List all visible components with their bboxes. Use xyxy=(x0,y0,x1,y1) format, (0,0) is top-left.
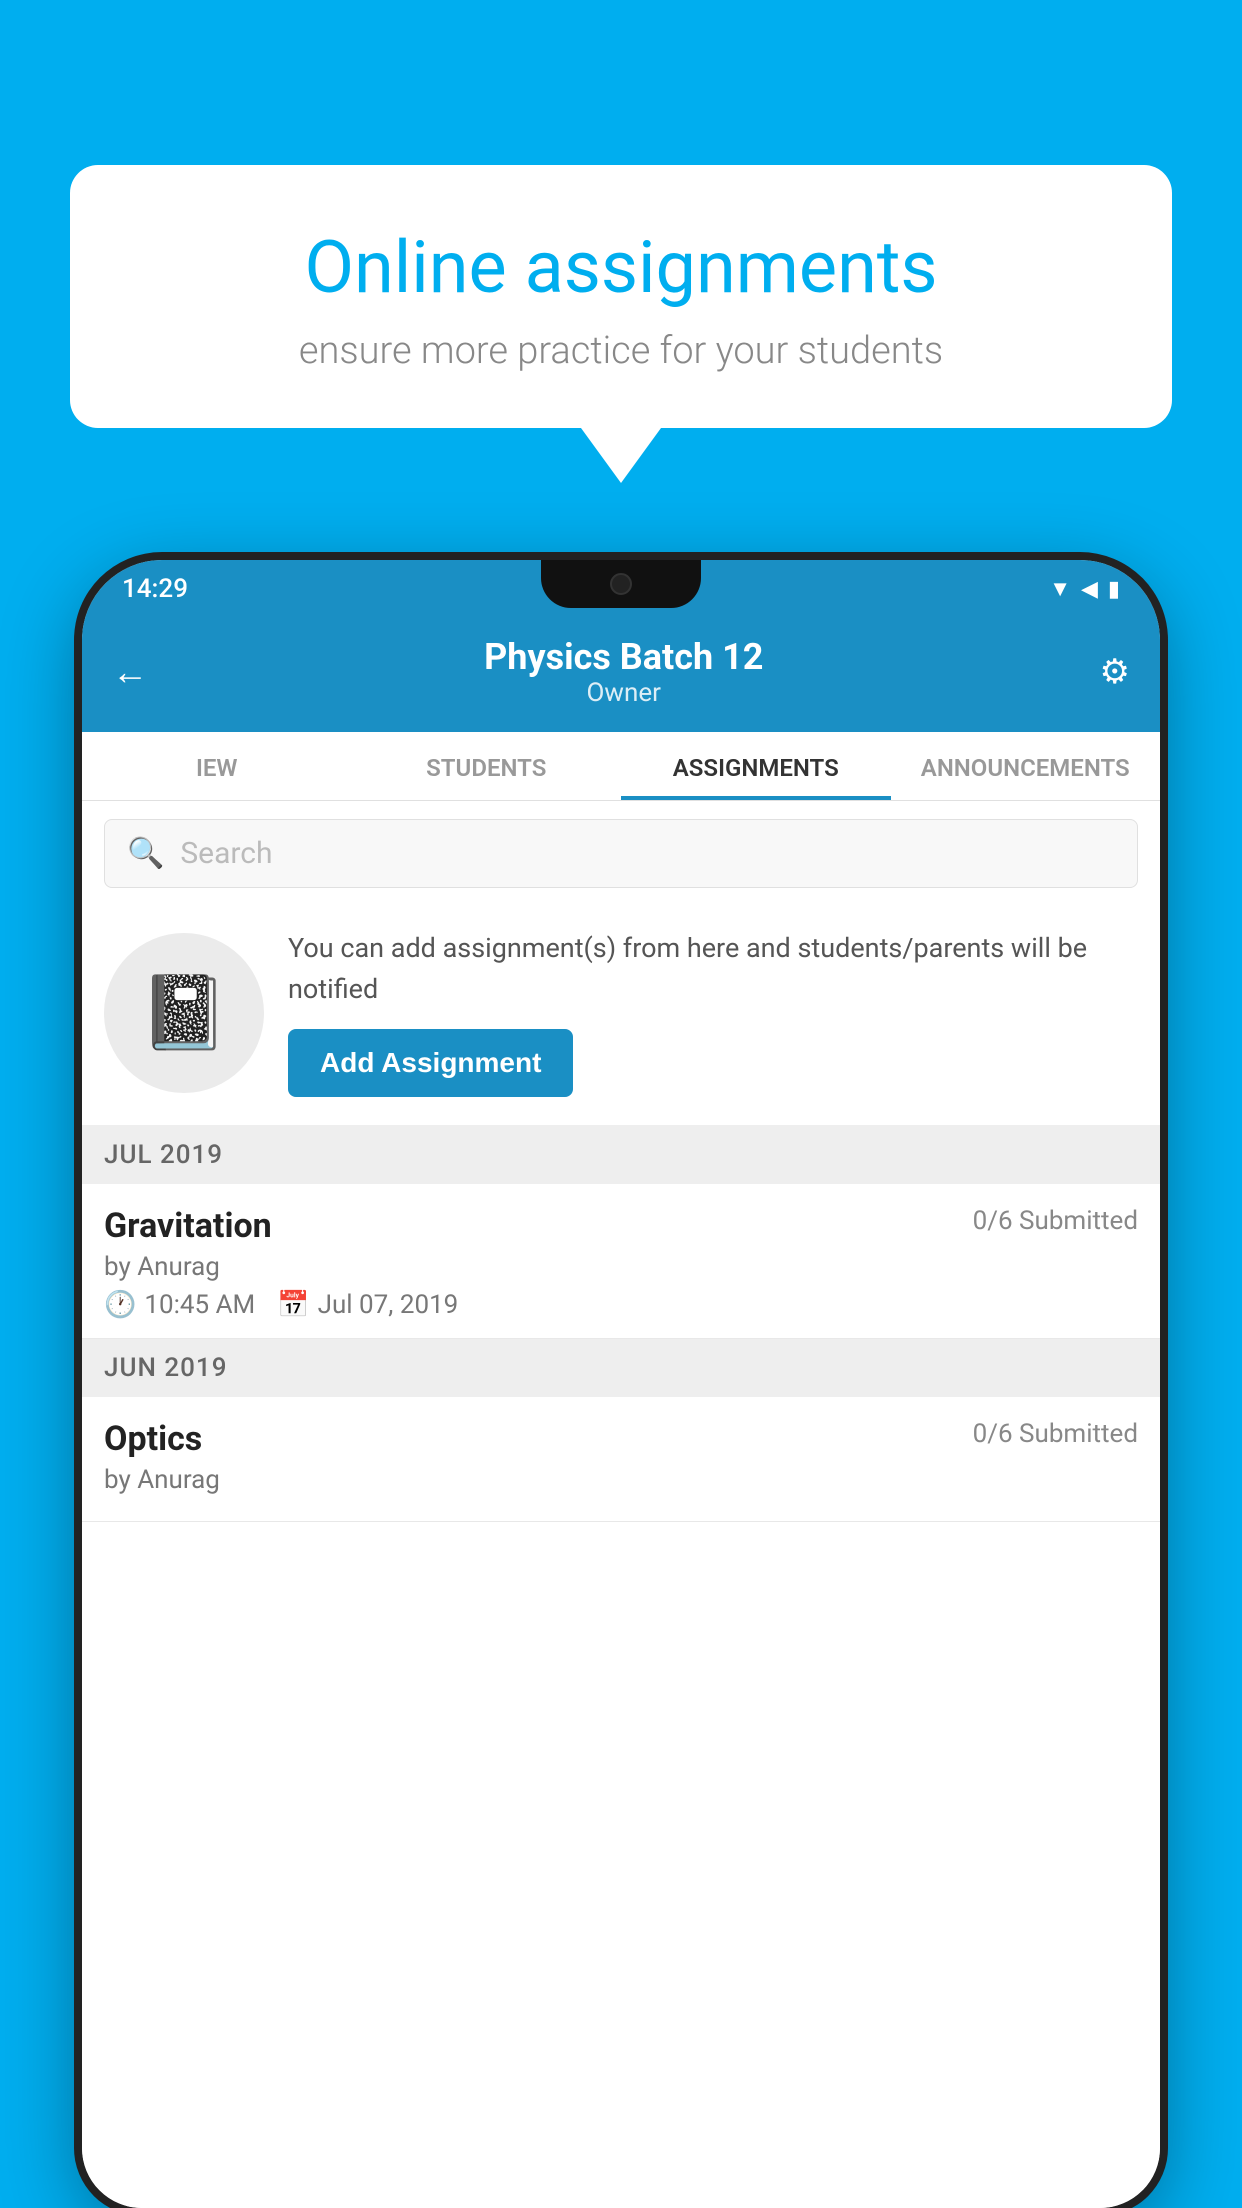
promo-description: You can add assignment(s) from here and … xyxy=(288,928,1138,1009)
search-bar-wrap: 🔍 Search xyxy=(82,801,1160,906)
assignment-time-gravitation: 🕐 10:45 AM xyxy=(104,1290,255,1320)
section-header-jun: JUN 2019 xyxy=(82,1339,1160,1397)
status-icons: ▼ ◀ ▮ xyxy=(1049,576,1120,602)
app-header: ← Physics Batch 12 Owner ⚙ xyxy=(82,618,1160,732)
tab-iew[interactable]: IEW xyxy=(82,732,352,800)
speech-bubble-subtitle: ensure more practice for your students xyxy=(140,329,1102,373)
assignment-name-optics: Optics xyxy=(104,1419,202,1459)
search-icon: 🔍 xyxy=(127,836,164,871)
assignment-item-gravitation[interactable]: Gravitation 0/6 Submitted by Anurag 🕐 10… xyxy=(82,1184,1160,1339)
speech-bubble-arrow xyxy=(581,428,661,483)
assignment-submitted-gravitation: 0/6 Submitted xyxy=(973,1206,1138,1236)
notch xyxy=(541,560,701,608)
content-area: 🔍 Search 📓 You can add assignment(s) fro… xyxy=(82,801,1160,2208)
speech-bubble-container: Online assignments ensure more practice … xyxy=(70,165,1172,483)
promo-section: 📓 You can add assignment(s) from here an… xyxy=(82,906,1160,1126)
search-placeholder: Search xyxy=(180,836,272,871)
owner-label: Owner xyxy=(484,678,763,708)
assignment-date-gravitation: 📅 Jul 07, 2019 xyxy=(277,1290,458,1320)
assignment-row1-optics: Optics 0/6 Submitted xyxy=(104,1419,1138,1459)
clock-icon: 🕐 xyxy=(104,1290,136,1320)
tab-announcements[interactable]: ANNOUNCEMENTS xyxy=(891,732,1161,800)
tab-students[interactable]: STUDENTS xyxy=(352,732,622,800)
batch-title: Physics Batch 12 xyxy=(484,636,763,678)
signal-icon: ◀ xyxy=(1081,577,1098,602)
calendar-icon: 📅 xyxy=(277,1290,309,1320)
speech-bubble-title: Online assignments xyxy=(140,225,1102,311)
camera-icon xyxy=(610,573,632,595)
assignment-item-optics[interactable]: Optics 0/6 Submitted by Anurag xyxy=(82,1397,1160,1522)
status-time: 14:29 xyxy=(122,574,188,604)
header-title-block: Physics Batch 12 Owner xyxy=(484,636,763,708)
assignment-name-gravitation: Gravitation xyxy=(104,1206,272,1246)
status-bar: 14:29 ▼ ◀ ▮ xyxy=(82,560,1160,618)
promo-text-block: You can add assignment(s) from here and … xyxy=(288,928,1138,1097)
settings-button[interactable]: ⚙ xyxy=(1100,652,1130,692)
assignment-author-gravitation: by Anurag xyxy=(104,1252,1138,1282)
tab-assignments[interactable]: ASSIGNMENTS xyxy=(621,732,891,800)
assignment-meta-gravitation: 🕐 10:45 AM 📅 Jul 07, 2019 xyxy=(104,1290,1138,1320)
time-value-gravitation: 10:45 AM xyxy=(144,1290,255,1320)
notebook-icon: 📓 xyxy=(139,970,229,1055)
speech-bubble: Online assignments ensure more practice … xyxy=(70,165,1172,428)
search-bar[interactable]: 🔍 Search xyxy=(104,819,1138,888)
assignment-row1: Gravitation 0/6 Submitted xyxy=(104,1206,1138,1246)
battery-icon: ▮ xyxy=(1108,577,1120,602)
tabs-bar: IEW STUDENTS ASSIGNMENTS ANNOUNCEMENTS xyxy=(82,732,1160,801)
section-header-jul: JUL 2019 xyxy=(82,1126,1160,1184)
promo-icon-circle: 📓 xyxy=(104,933,264,1093)
assignment-submitted-optics: 0/6 Submitted xyxy=(973,1419,1138,1449)
date-value-gravitation: Jul 07, 2019 xyxy=(318,1290,459,1320)
wifi-icon: ▼ xyxy=(1049,576,1071,602)
back-button[interactable]: ← xyxy=(112,651,148,693)
add-assignment-button[interactable]: Add Assignment xyxy=(288,1029,573,1097)
phone-mockup: 14:29 ▼ ◀ ▮ ← Physics Batch 12 Owner ⚙ I… xyxy=(82,560,1160,2208)
section-label-jul: JUL 2019 xyxy=(104,1140,223,1170)
assignment-author-optics: by Anurag xyxy=(104,1465,1138,1495)
section-label-jun: JUN 2019 xyxy=(104,1353,227,1383)
phone-screen: 14:29 ▼ ◀ ▮ ← Physics Batch 12 Owner ⚙ I… xyxy=(82,560,1160,2208)
